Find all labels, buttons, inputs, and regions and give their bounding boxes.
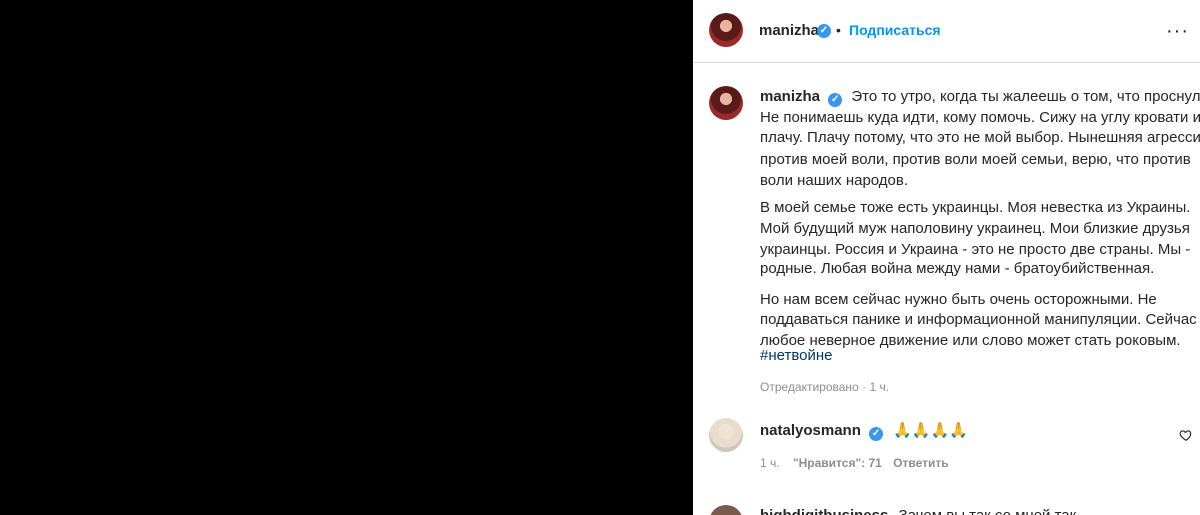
post-time[interactable]: 1 ч. xyxy=(869,380,889,394)
comment-username[interactable]: highdigitbusiness xyxy=(760,507,888,515)
comment-time[interactable]: 1 ч. xyxy=(760,456,780,470)
caption-line: Но нам всем сейчас нужно быть очень осто… xyxy=(760,291,1157,308)
meta-separator: · xyxy=(862,380,867,394)
verified-icon: ✓ xyxy=(869,427,884,441)
post-header: manizha ✓ • Подписаться ··· xyxy=(693,0,1200,63)
heart-icon[interactable] xyxy=(1179,428,1193,442)
comment-text: 🙏🙏🙏🙏 xyxy=(893,422,968,439)
caption-meta: Отредактировано · 1 ч. xyxy=(760,380,889,394)
post-side-panel: manizha ✓ • Подписаться ··· manizha ✓ Эт… xyxy=(693,0,1200,515)
caption-line: Мой будущий муж наполовину украинец. Мои… xyxy=(760,220,1190,237)
comment-line: natalyosmann ✓ 🙏🙏🙏🙏 xyxy=(760,421,968,441)
caption-username[interactable]: manizha xyxy=(760,88,820,105)
caption-line: поддаваться панике и информационной мани… xyxy=(760,311,1197,328)
separator-dot: • xyxy=(836,22,841,38)
comment-avatar[interactable] xyxy=(709,418,743,452)
caption-line: родные. Любая война между нами - братоуб… xyxy=(760,260,1155,277)
caption-line: плачу. Плачу потому, что это не мой выбо… xyxy=(760,129,1200,146)
author-username[interactable]: manizha xyxy=(759,22,819,39)
verified-icon: ✓ xyxy=(828,93,843,107)
caption-line: воли наших народов. xyxy=(760,172,909,189)
comment-avatar[interactable] xyxy=(709,505,743,515)
caption-first-line: manizha ✓ Это то утро, когда ты жалеешь … xyxy=(760,87,1200,107)
verified-icon: ✓ xyxy=(817,24,831,38)
comment-text: Зачем вы так со мной так xyxy=(899,507,1077,515)
comment-likes[interactable]: "Нравится": 71 xyxy=(793,456,882,470)
caption-avatar[interactable] xyxy=(709,86,743,120)
caption-line: Не понимаешь куда идти, кому помочь. Сиж… xyxy=(760,109,1200,126)
edited-label: Отредактировано xyxy=(760,380,859,394)
hashtag-link[interactable]: #нетвойне xyxy=(760,346,833,366)
caption-text: Это то утро, когда ты жалеешь о том, что… xyxy=(851,88,1200,105)
comment-meta: 1 ч. "Нравится": 71 Ответить xyxy=(760,456,949,470)
caption-line: В моей семье тоже есть украинцы. Моя нев… xyxy=(760,199,1191,216)
follow-button[interactable]: Подписаться xyxy=(849,22,941,38)
caption-line: против моей воли, против воли моей семьи… xyxy=(760,151,1191,168)
post-media[interactable] xyxy=(0,0,693,515)
author-avatar[interactable] xyxy=(709,13,743,47)
more-options-icon[interactable]: ··· xyxy=(1166,21,1189,41)
comment-line: highdigitbusiness Зачем вы так со мной т… xyxy=(760,506,1076,515)
comment-username[interactable]: natalyosmann xyxy=(760,422,861,439)
reply-button[interactable]: Ответить xyxy=(893,456,948,470)
caption-line: украинцы. Россия и Украина - это не прос… xyxy=(760,241,1191,258)
